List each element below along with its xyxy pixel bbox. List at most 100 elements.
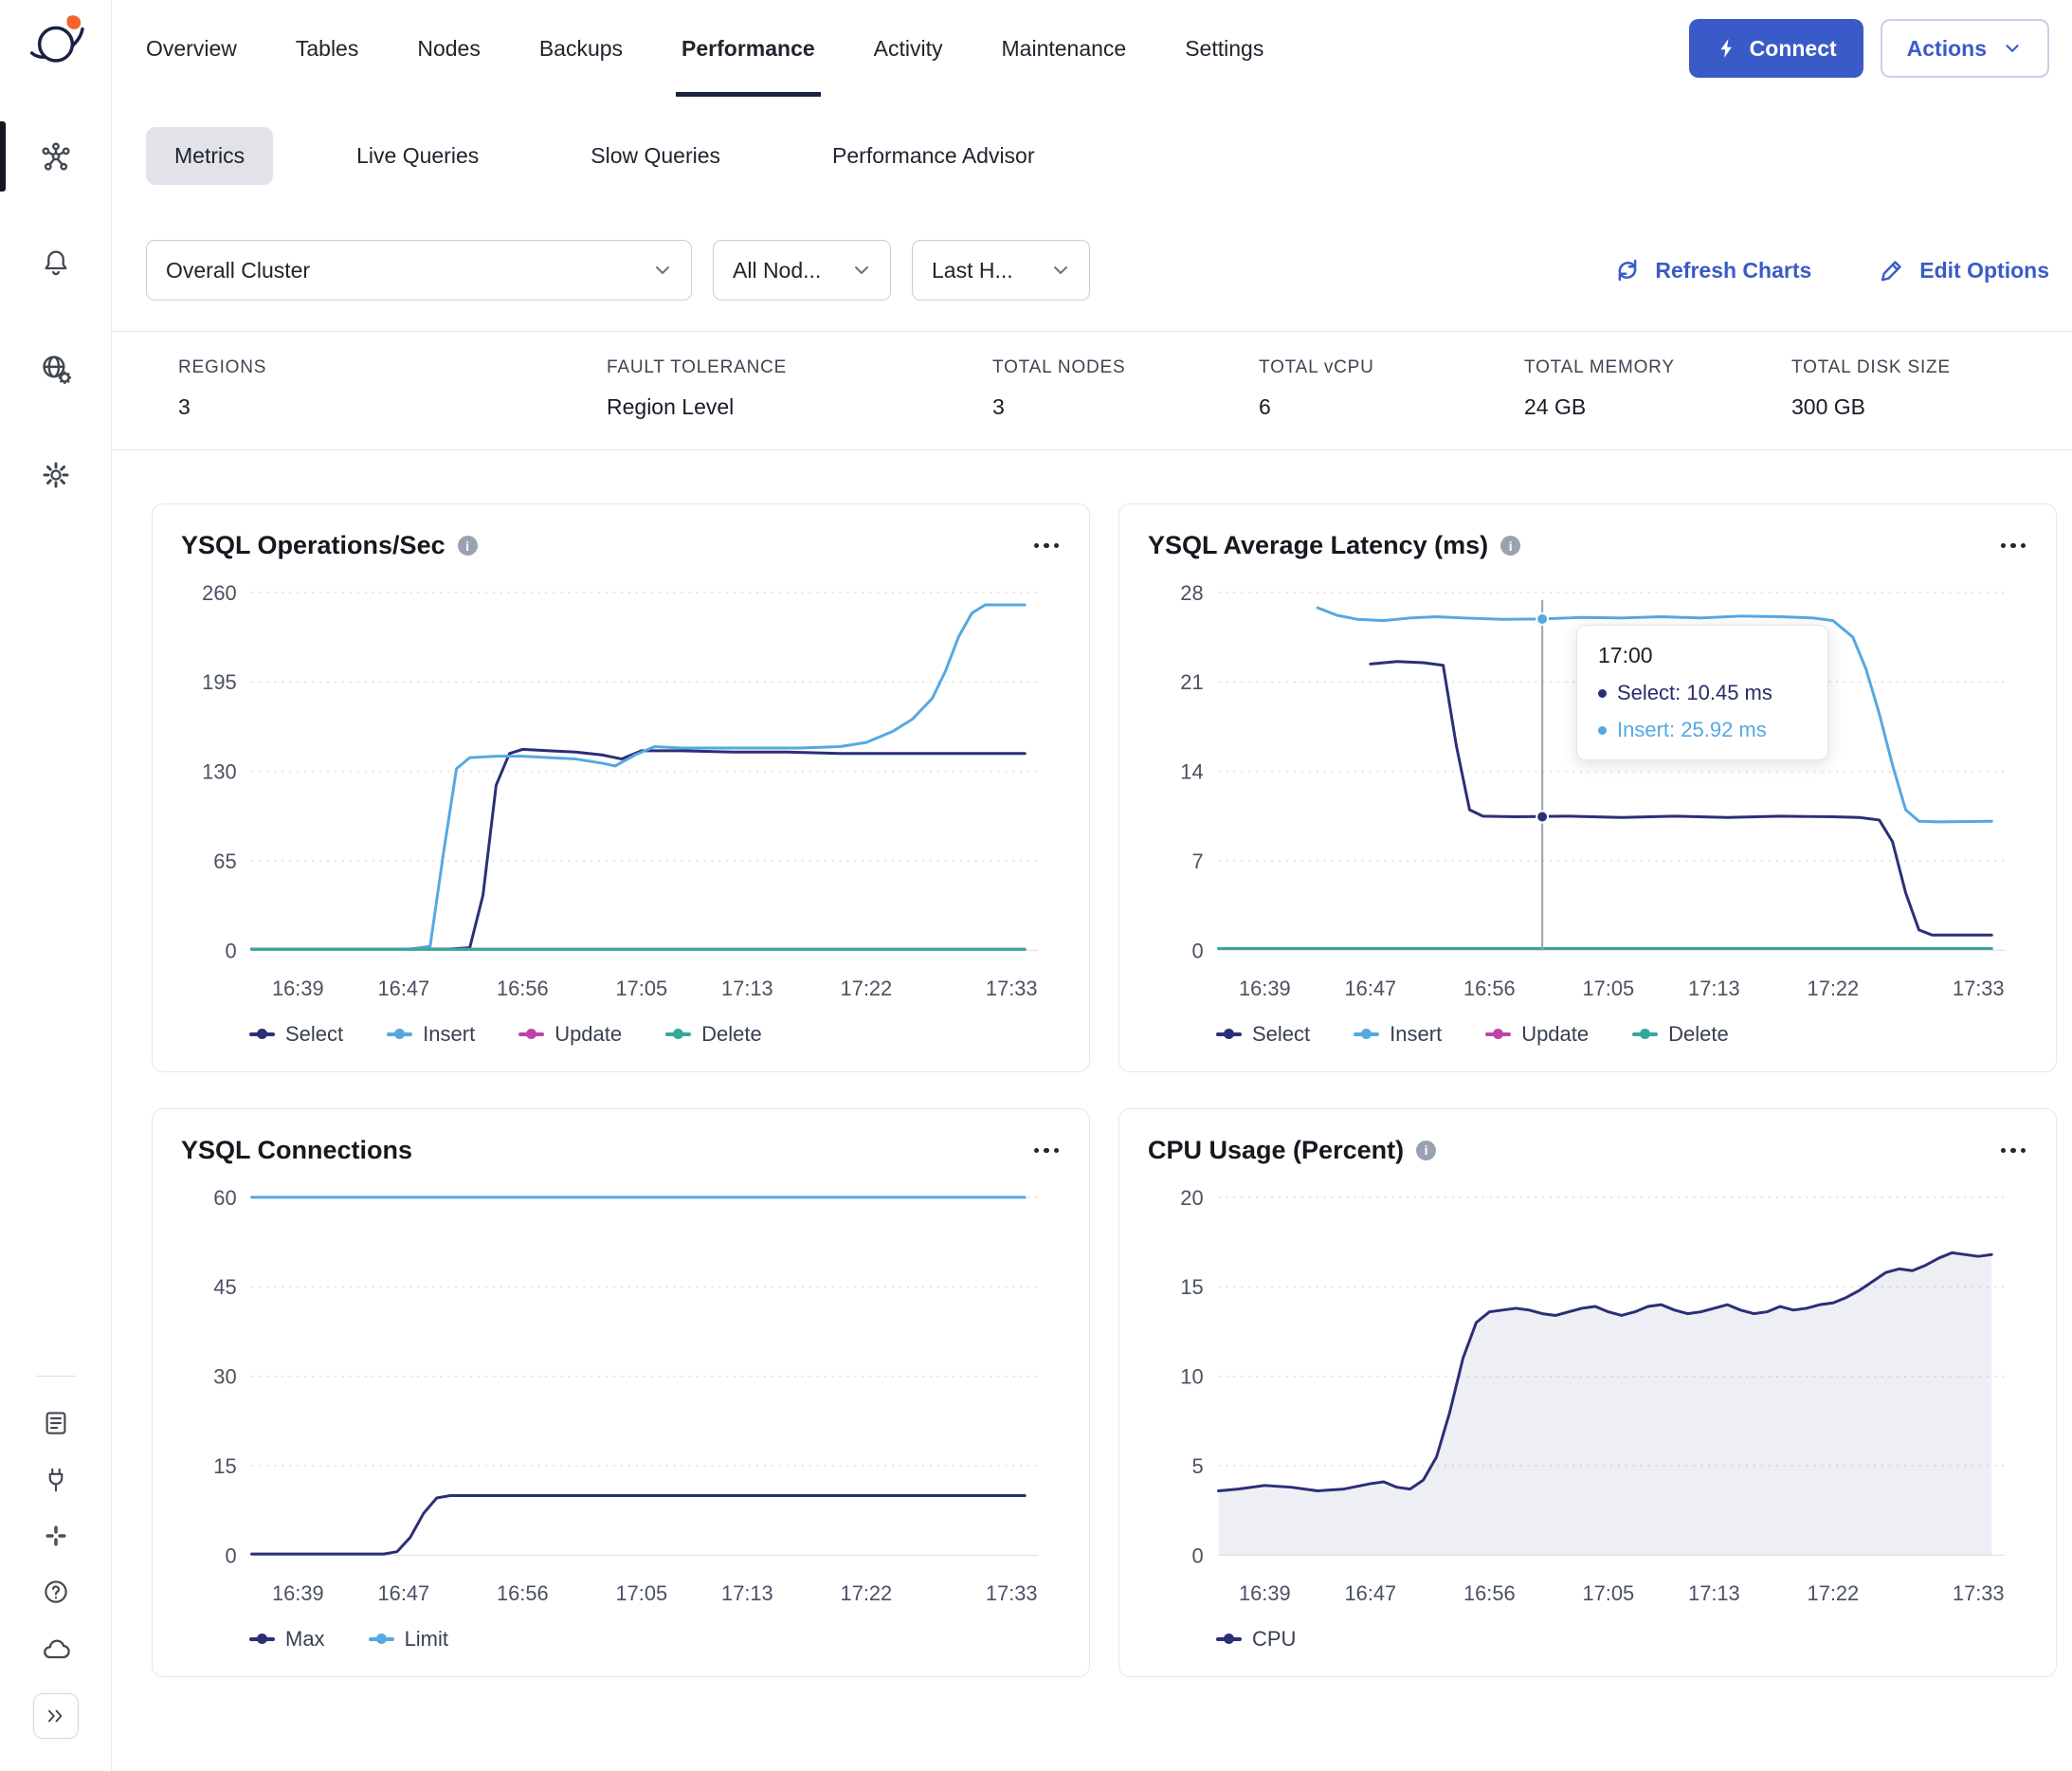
sidebar-item-network-settings[interactable] (0, 338, 111, 400)
chart-card-ysql-connections: YSQL Connections 0 15 30 45 60 16:39 16:47 16:5… (152, 1107, 1090, 1677)
legend-item-update[interactable]: Update (518, 1022, 622, 1047)
chart-area[interactable]: 0 5 10 15 20 16:39 16:47 16:56 17:05 17:13 17:22 17… (1148, 1180, 2027, 1623)
stat-label: TOTAL vCPU (1259, 357, 1374, 377)
yugabyte-logo[interactable] (26, 11, 86, 72)
cluster-network-icon (41, 142, 70, 171)
ysql-connections-chart[interactable]: 0 15 30 45 60 16:39 16:47 16:56 17:05 17:13 17:22 1… (181, 1180, 1061, 1623)
docs-icon[interactable] (42, 1409, 70, 1437)
legend-item-max[interactable]: Max (249, 1627, 325, 1652)
legend-item-limit[interactable]: Limit (368, 1627, 448, 1652)
tab-maintenance[interactable]: Maintenance (1002, 0, 1127, 97)
help-icon[interactable] (42, 1578, 70, 1606)
legend-item-cpu[interactable]: CPU (1216, 1627, 1296, 1652)
legend-item-select[interactable]: Select (249, 1022, 343, 1047)
chart-area[interactable]: 0 7 14 21 28 16:39 16:47 16:56 17:05 17:13 17:22 17… (1148, 575, 2027, 1018)
refresh-charts-button[interactable]: Refresh Charts (1613, 256, 1811, 284)
info-icon[interactable]: i (457, 536, 478, 556)
info-icon[interactable]: i (1500, 536, 1521, 556)
cluster-select[interactable]: Overall Cluster (146, 240, 692, 301)
actions-button[interactable]: Actions (1880, 19, 2049, 78)
stat-total-nodes: TOTAL NODES 3 (992, 357, 1259, 420)
select-dot-icon (1598, 688, 1607, 698)
chart-legend: Max Limit (249, 1627, 1061, 1652)
chart-menu-button[interactable] (1027, 538, 1062, 555)
subtab-performance-advisor[interactable]: Performance Advisor (804, 127, 1063, 185)
chevron-down-icon (1054, 266, 1067, 274)
legend-item-update[interactable]: Update (1485, 1022, 1589, 1047)
svg-text:20: 20 (1180, 1186, 1203, 1210)
legend-item-insert[interactable]: Insert (1354, 1022, 1442, 1047)
svg-text:16:39: 16:39 (272, 1581, 324, 1605)
sidebar (0, 0, 112, 1771)
performance-subtabs: Metrics Live Queries Slow Queries Perfor… (112, 97, 2072, 185)
chart-menu-button[interactable] (1027, 1142, 1062, 1159)
time-range-select[interactable]: Last H... (912, 240, 1090, 301)
svg-text:130: 130 (202, 760, 236, 784)
tab-tables[interactable]: Tables (296, 0, 358, 97)
stat-total-disk-size: TOTAL DISK SIZE 300 GB (1791, 357, 2049, 420)
slack-icon[interactable] (43, 1523, 69, 1549)
sidebar-expand-button[interactable] (32, 1693, 79, 1739)
legend-item-select[interactable]: Select (1216, 1022, 1310, 1047)
tab-backups[interactable]: Backups (539, 0, 623, 97)
legend-item-delete[interactable]: Delete (1632, 1022, 1729, 1047)
sidebar-item-alerts[interactable] (0, 231, 111, 294)
connect-button[interactable]: Connect (1688, 19, 1863, 78)
stat-value: 6 (1259, 394, 1271, 419)
gear-icon (43, 462, 68, 488)
cpu-usage-chart[interactable]: 0 5 10 15 20 16:39 16:47 16:56 17:05 17:13 17:22 17… (1148, 1180, 2027, 1623)
refresh-icon (1619, 259, 1637, 282)
stat-value: 3 (178, 394, 191, 419)
chart-area[interactable]: 0 15 30 45 60 16:39 16:47 16:56 17:05 17:13 17:22 1… (181, 1180, 1061, 1623)
svg-text:16:47: 16:47 (378, 1581, 430, 1605)
tab-nodes[interactable]: Nodes (417, 0, 480, 97)
svg-text:17:13: 17:13 (1688, 977, 1740, 1000)
svg-text:17:22: 17:22 (841, 977, 893, 1000)
tab-settings[interactable]: Settings (1185, 0, 1263, 97)
svg-text:16:47: 16:47 (378, 977, 430, 1000)
tab-overview[interactable]: Overview (146, 0, 237, 97)
chart-title: YSQL Connections (181, 1135, 413, 1164)
svg-text:65: 65 (213, 849, 236, 873)
svg-text:17:22: 17:22 (841, 1581, 893, 1605)
insert-dot-icon (1598, 725, 1607, 735)
stat-value: 3 (992, 394, 1005, 419)
legend-item-delete[interactable]: Delete (665, 1022, 762, 1047)
info-icon[interactable]: i (1416, 1140, 1437, 1160)
subtab-live-queries[interactable]: Live Queries (328, 127, 507, 185)
svg-text:16:39: 16:39 (1239, 1581, 1291, 1605)
tab-activity[interactable]: Activity (874, 0, 943, 97)
svg-text:14: 14 (1180, 760, 1203, 784)
stat-value: Region Level (607, 394, 735, 419)
cloud-icon[interactable] (41, 1634, 71, 1665)
sidebar-item-settings[interactable] (0, 444, 111, 506)
sidebar-item-cluster[interactable] (0, 121, 111, 192)
legend-item-insert[interactable]: Insert (387, 1022, 475, 1047)
edit-pencil-icon (1881, 261, 1901, 282)
svg-text:17:22: 17:22 (1808, 1581, 1860, 1605)
chart-menu-button[interactable] (1994, 1142, 2028, 1159)
chart-menu-button[interactable] (1994, 538, 2028, 555)
chevron-down-icon (2006, 45, 2019, 52)
chart-card-ysql-operations: YSQL Operations/Sec i 0 65 130 195 260 16:39 1… (152, 503, 1090, 1072)
chart-card-ysql-latency: YSQL Average Latency (ms) i 0 7 14 21 28 16:3… (1118, 503, 2057, 1072)
svg-text:260: 260 (202, 581, 236, 605)
stat-label: TOTAL MEMORY (1524, 357, 1675, 377)
sidebar-divider (35, 1376, 76, 1377)
globe-gear-icon (42, 356, 71, 385)
edit-options-button[interactable]: Edit Options (1878, 256, 2049, 284)
svg-text:17:13: 17:13 (721, 977, 773, 1000)
nodes-select[interactable]: All Nod... (713, 240, 891, 301)
chart-area[interactable]: 0 65 130 195 260 16:39 16:47 16:56 17:05 17:13 17:… (181, 575, 1061, 1018)
subtab-slow-queries[interactable]: Slow Queries (562, 127, 749, 185)
sidebar-nav (0, 121, 111, 506)
plug-icon[interactable] (42, 1466, 70, 1494)
tab-performance[interactable]: Performance (676, 0, 821, 97)
stat-label: REGIONS (178, 357, 267, 377)
chart-legend: Select Insert Update Delete (1216, 1022, 2027, 1047)
ysql-operations-chart[interactable]: 0 65 130 195 260 16:39 16:47 16:56 17:05 17:13 17:… (181, 575, 1061, 1018)
svg-text:17:05: 17:05 (616, 1581, 668, 1605)
subtab-metrics[interactable]: Metrics (146, 127, 274, 185)
svg-text:17:05: 17:05 (1583, 977, 1635, 1000)
stat-value: 24 GB (1524, 394, 1587, 419)
